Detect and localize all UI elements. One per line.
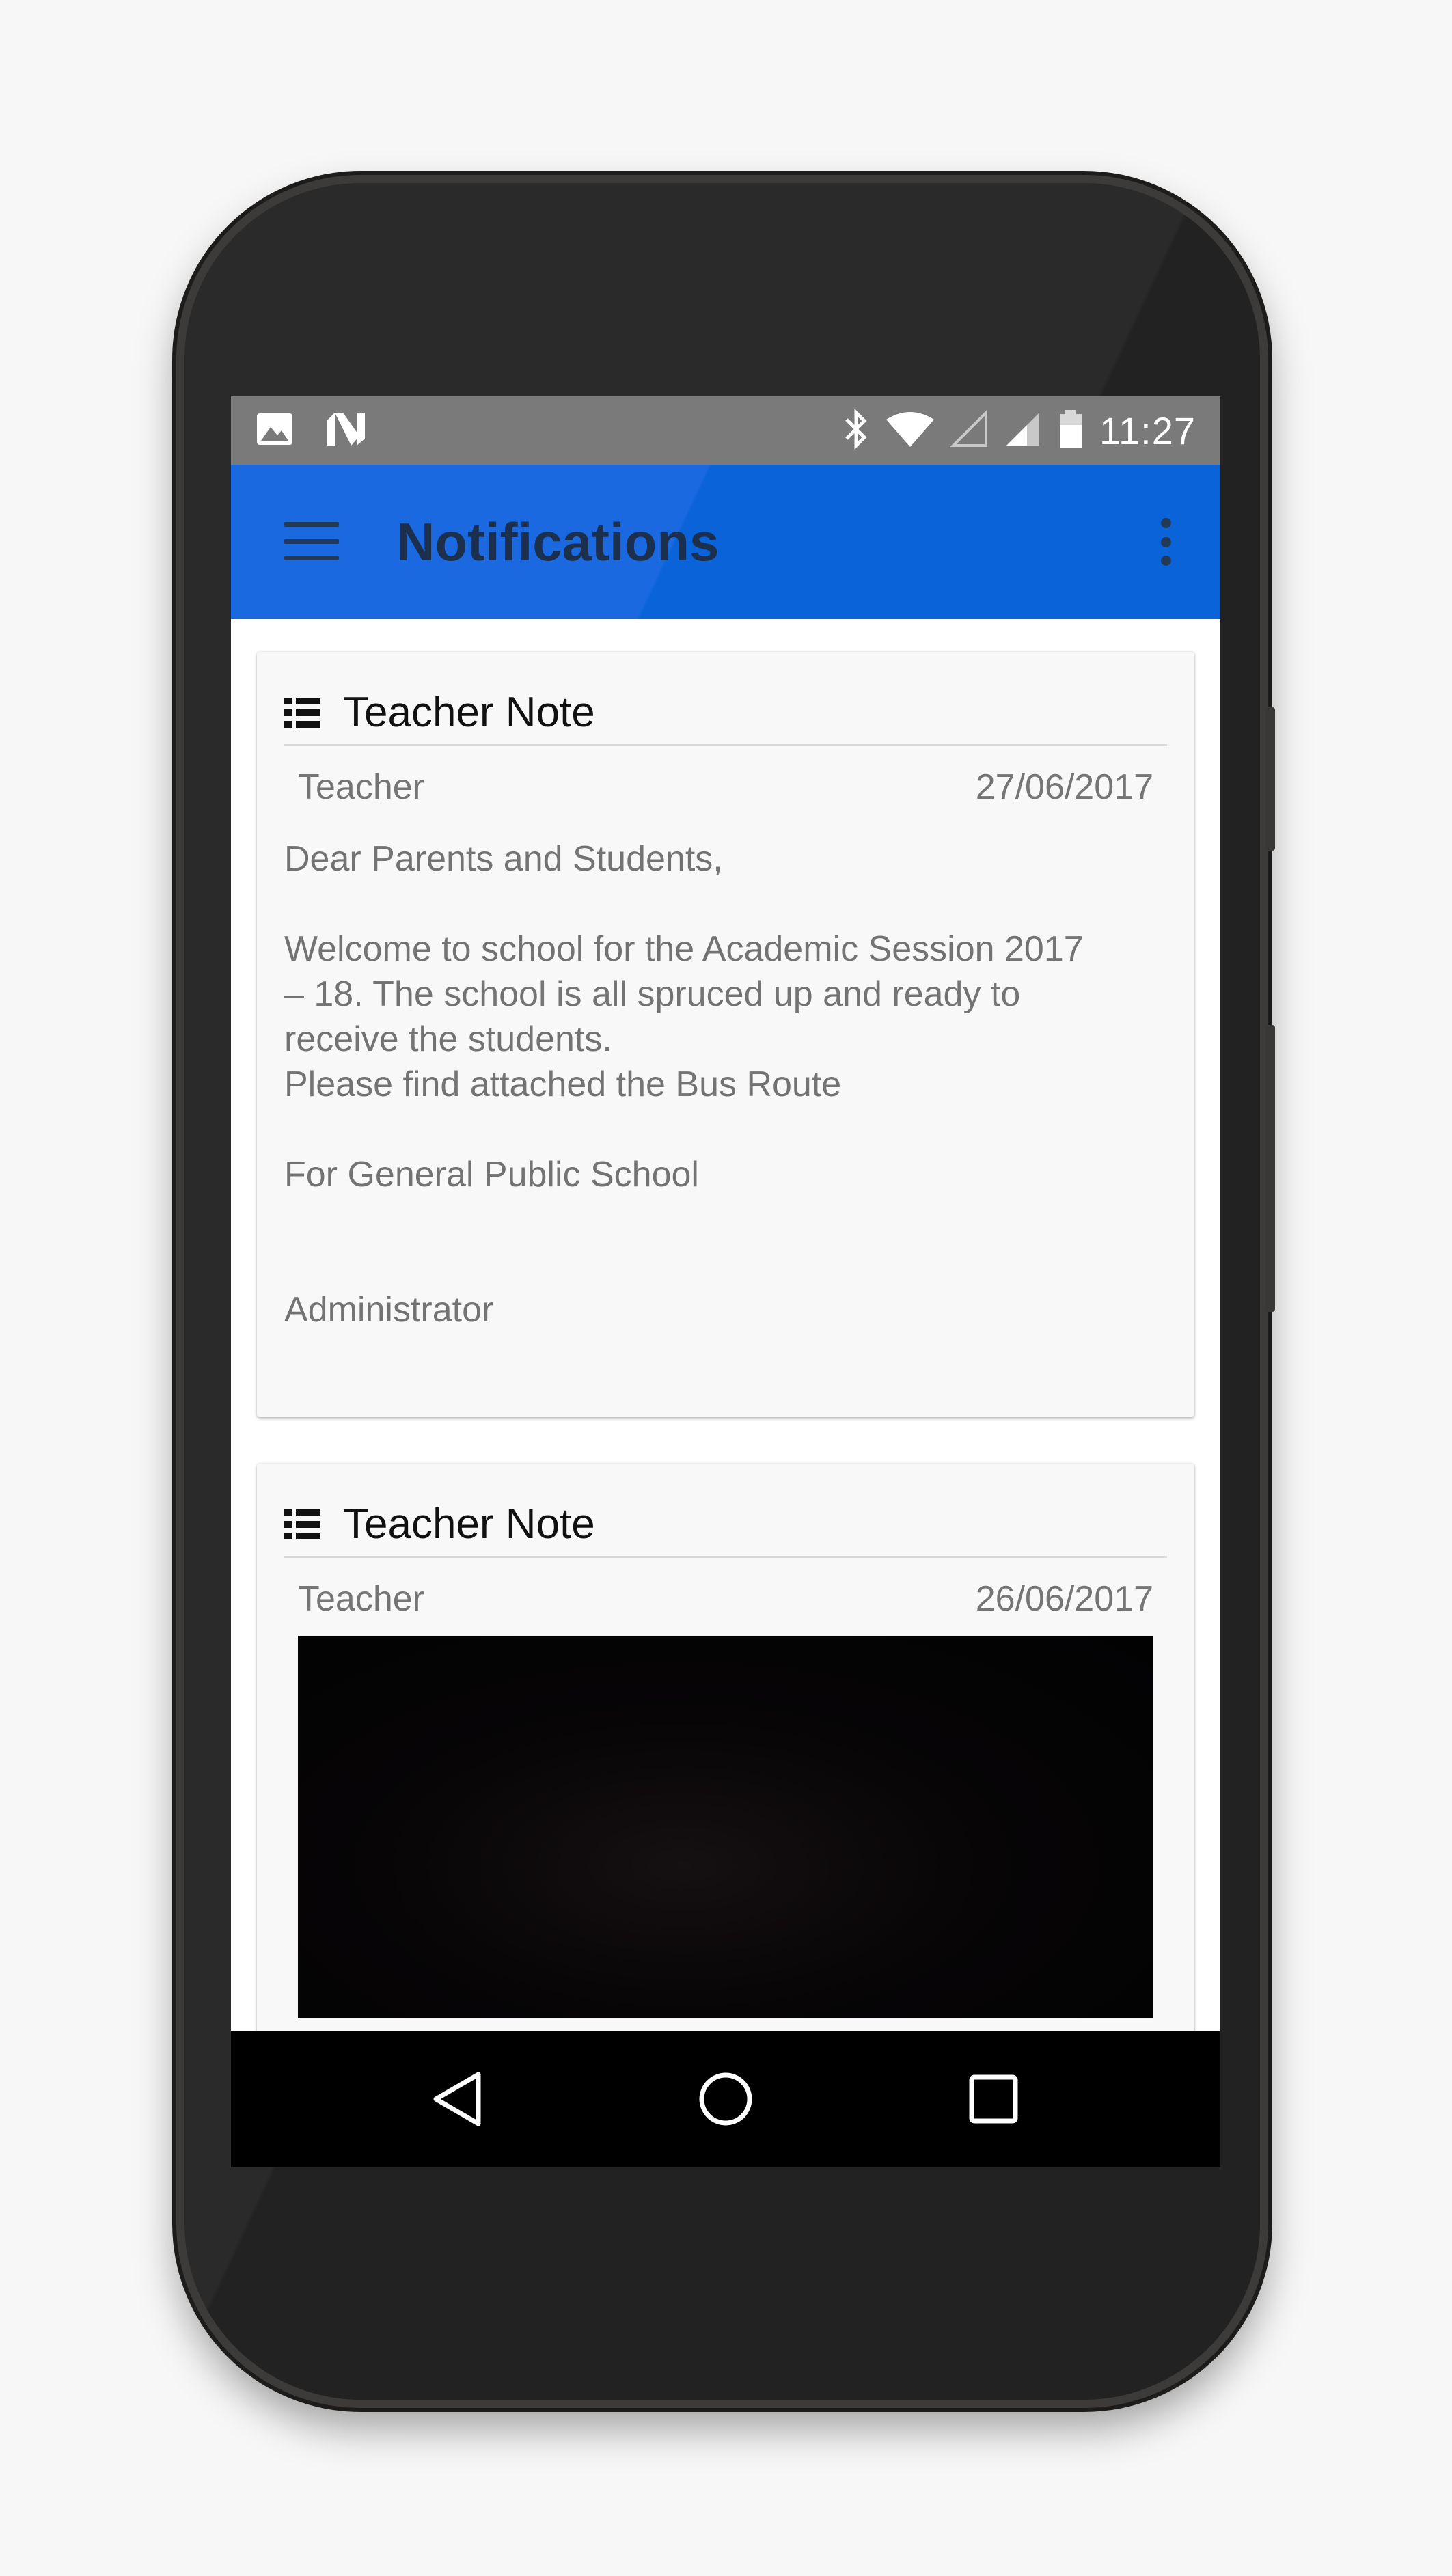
card-author: Teacher	[298, 767, 424, 807]
home-circle-icon[interactable]	[691, 2065, 760, 2133]
body-line: – 18. The school is all spruced up and r…	[284, 974, 1021, 1014]
card-date: 27/06/2017	[975, 767, 1153, 807]
signal-empty-icon	[950, 409, 989, 452]
card-header: Teacher Note	[284, 1492, 1167, 1558]
app-bar-shade	[231, 465, 1220, 619]
image-icon	[256, 412, 294, 450]
wifi-icon	[885, 410, 935, 452]
notification-card[interactable]: Teacher Note Teacher 27/06/2017 Dear Par…	[257, 652, 1194, 1417]
card-body: Dear Parents and Students, Welcome to sc…	[284, 836, 1173, 1332]
app-bar: Notifications	[231, 465, 1220, 619]
notification-card[interactable]: Teacher Note Teacher 26/06/2017	[257, 1464, 1194, 2031]
body-line: Please find attached the Bus Route	[284, 1065, 842, 1104]
body-line: Welcome to school for the Academic Sessi…	[284, 929, 1084, 969]
recents-square-icon[interactable]	[959, 2065, 1028, 2133]
list-icon	[284, 1509, 320, 1539]
body-line: For General Public School	[284, 1155, 699, 1194]
battery-icon	[1057, 409, 1084, 453]
more-vert-icon[interactable]	[1159, 518, 1173, 566]
body-line: receive the students.	[284, 1019, 612, 1059]
card-title: Teacher Note	[343, 689, 595, 736]
card-date: 26/06/2017	[975, 1579, 1153, 1619]
card-header: Teacher Note	[284, 681, 1167, 746]
navigation-bar	[231, 2031, 1220, 2167]
list-icon	[284, 697, 320, 728]
card-meta: Teacher 26/06/2017	[298, 1572, 1153, 1626]
n-icon	[325, 411, 366, 450]
card-author: Teacher	[298, 1579, 424, 1619]
back-triangle-icon[interactable]	[424, 2065, 492, 2133]
bluetooth-icon	[843, 408, 870, 453]
body-signature: Administrator	[284, 1290, 494, 1330]
status-time: 11:27	[1099, 409, 1196, 452]
status-bar: 11:27	[231, 396, 1220, 465]
body-greeting: Dear Parents and Students,	[284, 839, 723, 879]
attachment-image[interactable]	[298, 1636, 1153, 2018]
volume-button	[1265, 1025, 1275, 1312]
hamburger-menu-icon[interactable]	[284, 522, 339, 560]
power-button	[1265, 707, 1275, 851]
page-title: Notifications	[396, 512, 720, 572]
screen: 11:27 Notifications Teacher Note Teacher	[231, 396, 1220, 2167]
card-meta: Teacher 27/06/2017	[298, 760, 1153, 814]
notification-list[interactable]: Teacher Note Teacher 27/06/2017 Dear Par…	[231, 619, 1220, 2031]
card-title: Teacher Note	[343, 1501, 595, 1548]
signal-icon	[1004, 410, 1042, 452]
